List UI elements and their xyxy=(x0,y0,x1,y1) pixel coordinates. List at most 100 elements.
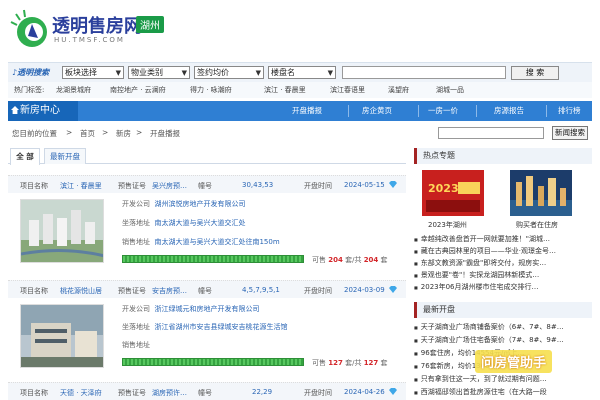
opening-news-link[interactable]: 天子湖商业广场商铺备案价（6#、7#、8#… xyxy=(414,322,592,332)
topic-image[interactable] xyxy=(510,170,572,216)
sales-value: 南太湖大道与吴兴大道交汇处往南150m xyxy=(154,238,280,246)
hot-tag-link[interactable]: 得力 · 咏潮府 xyxy=(190,85,232,95)
hot-tags-title: 热门标签: xyxy=(14,86,45,94)
tab-latest[interactable]: 最新开盘 xyxy=(44,148,86,164)
latest-openings-title: 最新开盘 xyxy=(414,302,592,318)
property-type-select[interactable]: 物业类别 ▼ xyxy=(128,66,190,79)
hot-news-link[interactable]: 东部文教资源"霸盘"即将交付，规房实… xyxy=(414,258,592,268)
search-label: ♪透明搜索 xyxy=(12,68,50,77)
progress-fill xyxy=(123,359,303,365)
listing-header: 项目名称 滨江 · 春晨里 预售证号 吴兴房预… 幢号 30,43,53 开盘时… xyxy=(8,175,406,193)
open-date: 2024-04-26 xyxy=(344,388,385,396)
breadcrumb-section[interactable]: 新房 xyxy=(116,128,131,139)
site-domain: HU.TMSF.COM xyxy=(54,36,125,44)
listing-header: 项目名称 桃花源悦山居 预售证号 安吉房预… 幢号 4,5,7,9,5,1 开盘… xyxy=(8,280,406,298)
developer-link[interactable]: 湖州滨悦房地产开发有限公司 xyxy=(154,200,245,208)
site-logo-icon[interactable] xyxy=(8,8,50,50)
opening-news-link[interactable]: 西湖福邸领出首批房源住宅（在大路一段 xyxy=(414,387,592,397)
project-name[interactable]: 桃花源悦山居 xyxy=(60,286,102,296)
nav-brand[interactable]: 新房中心 xyxy=(8,101,78,121)
hot-tag-link[interactable]: 溪望府 xyxy=(388,85,409,95)
listing-item: 项目名称 天德 · 天泽府 预售证号 湖房预许… 幢号 22,29 开盘时间 2… xyxy=(8,382,406,400)
listing-item: 项目名称 桃花源悦山居 预售证号 安吉房预… 幢号 4,5,7,9,5,1 开盘… xyxy=(8,280,406,378)
main-nav: 新房中心 开盘播报 房企黄页 一房一价 房源报告 排行榜 xyxy=(8,101,592,121)
topic-caption[interactable]: 2023年湖州 xyxy=(428,220,467,230)
location-row: 坐落地址 南太湖大道与吴兴大道交汇处 xyxy=(122,219,246,227)
nav-item-developers[interactable]: 房企黄页 xyxy=(362,101,392,121)
sales-row: 销售地址 南太湖大道与吴兴大道交汇处往南150m xyxy=(122,238,280,246)
hot-news-link[interactable]: 幸越纯改善盘首开一网就要加推！"湖城… xyxy=(414,234,592,244)
hot-tag-link[interactable]: 龙湖景城府 xyxy=(56,85,91,95)
building-numbers: 4,5,7,9,5,1 xyxy=(242,286,280,294)
nav-divider xyxy=(476,105,477,117)
hot-tag-link[interactable]: 滨江春语里 xyxy=(330,85,365,95)
developer-row: 开发公司 浙江绿城元和房地产开发有限公司 xyxy=(122,305,260,313)
developer-link[interactable]: 浙江绿城元和房地产开发有限公司 xyxy=(154,305,259,313)
nav-item-reports[interactable]: 房源报告 xyxy=(494,101,524,121)
search-bar: ♪透明搜索 板块选择 ▼ 物业类别 ▼ 签约均价 ▼ 楼盘名 ▼ 搜 索 xyxy=(8,62,592,82)
sales-progress-bar xyxy=(122,255,304,263)
svg-text:2023: 2023 xyxy=(428,182,459,195)
diamond-icon xyxy=(389,388,397,395)
aerial-render-image xyxy=(21,200,103,262)
breadcrumb-current: 开盘播报 xyxy=(150,129,180,138)
house-icon xyxy=(11,106,19,114)
sales-progress-bar xyxy=(122,358,304,366)
location-value: 南太湖大道与吴兴大道交汇处 xyxy=(154,219,246,227)
hot-news-link[interactable]: 2023年06月湖州楼市住宅成交排行… xyxy=(414,282,592,292)
open-date: 2024-03-09 xyxy=(344,286,385,294)
price-select[interactable]: 签约均价 ▼ xyxy=(194,66,264,79)
listing-tabs: 全 部 最新开盘 xyxy=(8,148,406,165)
building-numbers: 30,43,53 xyxy=(242,181,274,189)
project-name[interactable]: 天德 · 天泽府 xyxy=(60,388,102,398)
topic-caption[interactable]: 购买者在住房 xyxy=(516,220,558,230)
opening-news-link[interactable]: 只有拿到住这一天，到了就过期有问题… xyxy=(414,374,592,384)
location-row: 坐落地址 浙江省湖州市安吉县绿城安吉桃花源生活馆 xyxy=(122,323,288,331)
breadcrumb-prefix: 您目前的位置 xyxy=(12,129,57,138)
developer-row: 开发公司 湖州滨悦房地产开发有限公司 xyxy=(122,200,246,208)
opening-news-link[interactable]: 天子湖商业广场住宅备案价（7#、8#、9#… xyxy=(414,335,592,345)
location-value: 浙江省湖州市安吉县绿城安吉桃花源生活馆 xyxy=(154,323,288,331)
progress-fill xyxy=(123,256,303,262)
permit-link[interactable]: 湖房预许… xyxy=(152,388,187,398)
district-select[interactable]: 板块选择 ▼ xyxy=(62,66,124,79)
hot-news-link[interactable]: 景观也要"卷"！实探龙湖园林新模式… xyxy=(414,270,592,280)
chevron-down-icon: ▼ xyxy=(181,69,187,77)
topic-banner-image: 2023 xyxy=(422,170,484,216)
tab-all[interactable]: 全 部 xyxy=(10,148,40,165)
site-header: 透明售房网 湖州 HU.TMSF.COM xyxy=(0,0,600,58)
city-badge[interactable]: 湖州 xyxy=(136,16,164,33)
nav-item-ranking[interactable]: 排行榜 xyxy=(558,101,581,121)
topic-image[interactable]: 2023 xyxy=(422,170,484,216)
building-numbers: 22,29 xyxy=(252,388,273,396)
listing-header: 项目名称 天德 · 天泽府 预售证号 湖房预许… 幢号 22,29 开盘时间 2… xyxy=(8,382,406,400)
news-search-input[interactable] xyxy=(438,127,544,139)
project-name[interactable]: 滨江 · 春晨里 xyxy=(60,181,102,191)
hot-tag-link[interactable]: 湖城一品 xyxy=(436,85,464,95)
breadcrumb: 您目前的位置 > 首页 > 新房 > 开盘播报 新闻搜索 xyxy=(8,124,592,142)
search-input[interactable] xyxy=(342,66,506,79)
watermark-badge: 问房管助手 xyxy=(475,350,553,373)
hot-topics-panel: 热点专题 2023 2023年湖州 购买者在住房 幸越纯改善盘首开一网就要加推！… xyxy=(414,148,592,294)
hot-tag-link[interactable]: 滨江 · 春晨里 xyxy=(264,85,306,95)
hot-tag-link[interactable]: 南控地产 · 云澜府 xyxy=(110,85,166,95)
chevron-down-icon: ▼ xyxy=(327,69,333,77)
breadcrumb-separator: > xyxy=(66,128,73,137)
permit-link[interactable]: 吴兴房预… xyxy=(152,181,187,191)
search-type-select[interactable]: 楼盘名 ▼ xyxy=(268,66,336,79)
nav-item-prices[interactable]: 一房一价 xyxy=(428,101,458,121)
diamond-icon xyxy=(389,181,397,188)
permit-link[interactable]: 安吉房预… xyxy=(152,286,187,296)
breadcrumb-home[interactable]: 首页 xyxy=(80,128,95,139)
search-button[interactable]: 搜 索 xyxy=(511,66,559,80)
nav-divider xyxy=(418,105,419,117)
news-search-button[interactable]: 新闻搜索 xyxy=(552,126,588,140)
listing-thumbnail[interactable] xyxy=(20,199,104,263)
site-name[interactable]: 透明售房网 xyxy=(52,12,142,38)
breadcrumb-separator: > xyxy=(136,128,143,137)
hot-topics-title: 热点专题 xyxy=(414,148,592,164)
hot-tags-bar: 热门标签: 龙湖景城府 南控地产 · 云澜府 得力 · 咏潮府 滨江 · 春晨里… xyxy=(8,82,592,98)
listing-thumbnail[interactable] xyxy=(20,304,104,368)
nav-item-opening[interactable]: 开盘播报 xyxy=(292,101,322,121)
hot-news-link[interactable]: 藏在古典园林里的项目——华业·观璟金号… xyxy=(414,246,592,256)
